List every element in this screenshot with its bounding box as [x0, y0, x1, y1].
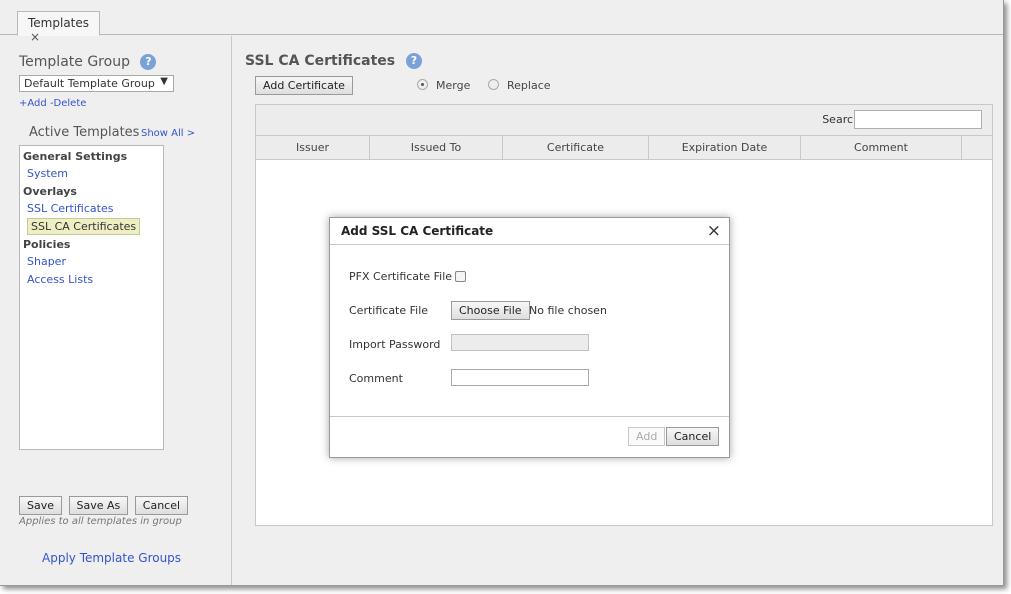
tab-bar: Templates × — [0, 0, 1003, 44]
group-overlays: Overlays — [23, 185, 77, 198]
delete-group-link[interactable]: -Delete — [50, 98, 86, 109]
column-issuer[interactable]: Issuer — [256, 136, 370, 159]
left-actions: Save Save As Cancel — [19, 496, 191, 515]
cancel-button[interactable]: Cancel — [134, 496, 189, 515]
template-item-ssl-certificates[interactable]: SSL Certificates — [20, 200, 163, 218]
radio-replace-dot — [488, 79, 499, 90]
radio-replace[interactable]: Replace — [488, 79, 551, 92]
column-certificate[interactable]: Certificate — [503, 136, 649, 159]
dialog-header: Add SSL CA Certificate × — [330, 218, 729, 245]
choose-file-button[interactable]: Choose File — [451, 301, 530, 320]
dialog-cancel-button[interactable]: Cancel — [666, 427, 720, 446]
template-item-shaper[interactable]: Shaper — [20, 253, 163, 271]
save-as-button[interactable]: Save As — [68, 496, 129, 515]
comment-field[interactable] — [451, 369, 589, 386]
grid-toolbar: Search — [256, 105, 992, 136]
certificate-file-label: Certificate File — [349, 304, 429, 317]
pfx-checkbox[interactable] — [455, 271, 466, 282]
import-password-label: Import Password — [349, 338, 441, 351]
group-policies: Policies — [23, 238, 71, 251]
tab-templates[interactable]: Templates × — [17, 11, 100, 44]
add-group-link[interactable]: +Add — [19, 98, 47, 109]
pfx-label: PFX Certificate File — [349, 270, 453, 283]
group-general-settings: General Settings — [23, 150, 128, 163]
tab-label: Templates — [28, 16, 90, 30]
show-all-link[interactable]: Show All > — [141, 128, 195, 139]
page-title: SSL CA Certificates ? — [245, 53, 422, 69]
column-issued-to[interactable]: Issued To — [370, 136, 503, 159]
comment-label: Comment — [349, 372, 403, 385]
radio-merge-dot — [417, 79, 428, 90]
chevron-down-icon: ▼ — [160, 76, 168, 87]
search-input[interactable] — [854, 110, 982, 129]
grid-header: Issuer Issued To Certificate Expiration … — [256, 136, 992, 160]
help-icon[interactable]: ? — [406, 53, 422, 69]
no-file-text: No file chosen — [529, 304, 607, 317]
radio-merge[interactable]: Merge — [417, 79, 470, 92]
import-password-field[interactable] — [451, 334, 589, 351]
help-icon[interactable]: ? — [140, 54, 157, 70]
add-certificate-button[interactable]: Add Certificate — [255, 76, 353, 95]
template-group-select[interactable]: Default Template Group ▼ — [19, 75, 174, 92]
add-ssl-ca-certificate-dialog: Add SSL CA Certificate × PFX Certificate… — [329, 217, 730, 458]
dialog-title: Add SSL CA Certificate — [341, 224, 494, 238]
applies-note: Applies to all templates in group — [19, 516, 182, 527]
close-icon[interactable]: × — [707, 221, 721, 241]
template-item-access-lists[interactable]: Access Lists — [20, 271, 163, 289]
template-group-heading: Template Group ? — [19, 54, 157, 70]
active-templates-list: General Settings System Overlays SSL Cer… — [19, 145, 164, 450]
left-pane: Template Group ? Default Template Group … — [0, 36, 232, 585]
column-expiration-date[interactable]: Expiration Date — [649, 136, 801, 159]
active-templates-heading: Active Templates — [29, 125, 140, 140]
save-button[interactable]: Save — [19, 496, 63, 515]
template-item-ssl-ca-certificates[interactable]: SSL CA Certificates — [20, 218, 163, 236]
add-button[interactable]: Add — [628, 427, 666, 446]
template-item-system[interactable]: System — [20, 165, 163, 183]
column-comment[interactable]: Comment — [801, 136, 962, 159]
dialog-footer: Add Cancel — [330, 416, 729, 457]
group-links: +Add -Delete — [19, 98, 86, 109]
apply-template-groups-link[interactable]: Apply Template Groups — [42, 551, 181, 565]
